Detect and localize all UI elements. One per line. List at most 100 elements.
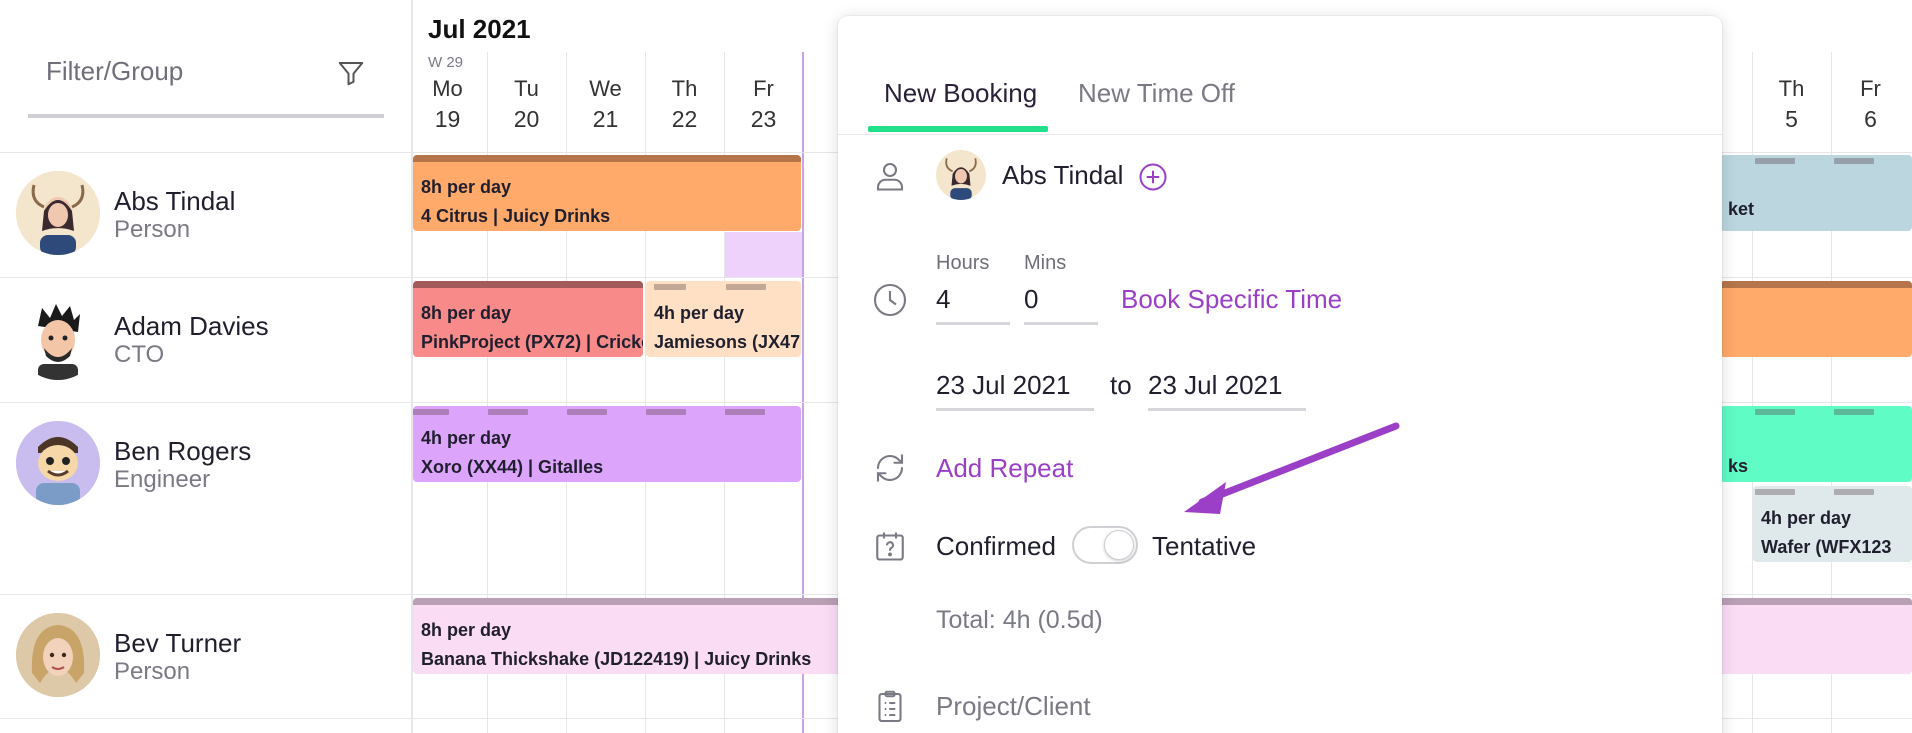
day-name: Fr bbox=[1860, 76, 1881, 101]
confirmed-tentative-toggle[interactable] bbox=[1072, 526, 1138, 564]
filter-icon[interactable] bbox=[336, 58, 366, 88]
avatar-illustration bbox=[16, 171, 100, 255]
day-date: 22 bbox=[671, 106, 698, 132]
person-role: Person bbox=[114, 216, 191, 243]
day-header[interactable]: Mo 19 bbox=[408, 76, 487, 133]
selected-person-avatar bbox=[936, 150, 986, 200]
tentative-dash bbox=[1834, 489, 1874, 495]
person-role: Person bbox=[114, 658, 191, 685]
day-date: 6 bbox=[1864, 106, 1877, 132]
filter-group-label: Filter/Group bbox=[46, 56, 184, 86]
tentative-dash bbox=[488, 409, 528, 415]
avatar[interactable] bbox=[16, 613, 100, 697]
booking-title: Wafer (WFX123 bbox=[1761, 537, 1892, 557]
day-header[interactable]: Th 5 bbox=[1752, 76, 1831, 133]
day-name: Tu bbox=[514, 76, 539, 101]
avatar[interactable] bbox=[16, 171, 100, 255]
mins-input[interactable]: 0 bbox=[1024, 284, 1038, 315]
active-tab-indicator bbox=[868, 126, 1048, 132]
person-name[interactable]: Ben Rogers bbox=[114, 436, 251, 467]
annotation-arrow bbox=[1184, 422, 1400, 514]
row-divider bbox=[0, 594, 412, 595]
day-header[interactable]: Fr 6 bbox=[1831, 76, 1910, 133]
booking-title: Jamiesons (JX47 bbox=[654, 332, 801, 352]
booking-bar[interactable]: 4h per day Wafer (WFX123 bbox=[1753, 486, 1912, 562]
person-role: CTO bbox=[114, 341, 165, 368]
person-name[interactable]: Adam Davies bbox=[114, 311, 269, 342]
add-person-icon[interactable] bbox=[1138, 162, 1168, 192]
booking-title: ket bbox=[1728, 199, 1755, 219]
tentative-dash bbox=[567, 409, 607, 415]
booking-bar[interactable] bbox=[1720, 281, 1912, 357]
selected-cell[interactable] bbox=[725, 232, 802, 277]
day-date: 21 bbox=[592, 106, 619, 132]
day-name: Th bbox=[1778, 76, 1805, 101]
mins-label: Mins bbox=[1024, 252, 1067, 274]
day-date: 20 bbox=[513, 106, 540, 132]
avatar[interactable] bbox=[16, 421, 100, 505]
end-date-input[interactable]: 23 Jul 2021 bbox=[1148, 370, 1282, 401]
hours-underline bbox=[936, 322, 1010, 325]
book-specific-time-link[interactable]: Book Specific Time bbox=[1121, 284, 1342, 315]
booking-hours: 4h per day bbox=[421, 428, 512, 448]
tentative-dash bbox=[413, 409, 449, 415]
booking-hours: 8h per day bbox=[421, 177, 512, 197]
day-header[interactable]: Fr 23 bbox=[724, 76, 803, 133]
hours-label: Hours bbox=[936, 252, 990, 274]
toggle-knob bbox=[1104, 530, 1134, 560]
avatar-illustration bbox=[16, 613, 100, 697]
day-header[interactable]: Th 22 bbox=[645, 76, 724, 133]
booking-bar[interactable]: ks bbox=[1720, 406, 1912, 482]
calendar-question-icon bbox=[876, 532, 904, 561]
day-date: 23 bbox=[750, 106, 777, 132]
row-divider bbox=[0, 718, 412, 719]
tentative-dash bbox=[1755, 489, 1795, 495]
repeat-icon bbox=[876, 454, 904, 482]
filter-group[interactable]: Filter/Group bbox=[28, 0, 384, 118]
tab-new-booking[interactable]: New Booking bbox=[884, 78, 1037, 109]
row-divider bbox=[0, 277, 412, 278]
day-name: Th bbox=[671, 76, 698, 101]
avatar-illustration bbox=[16, 421, 100, 505]
day-header[interactable]: Tu 20 bbox=[487, 76, 566, 133]
project-client-input[interactable]: Project/Client bbox=[936, 691, 1091, 722]
mins-underline bbox=[1024, 322, 1098, 325]
start-date-input[interactable]: 23 Jul 2021 bbox=[936, 370, 1070, 401]
add-repeat-link[interactable]: Add Repeat bbox=[936, 453, 1073, 484]
tentative-dash bbox=[646, 409, 686, 415]
tab-new-time-off[interactable]: New Time Off bbox=[1078, 78, 1235, 109]
row-divider bbox=[0, 152, 412, 153]
hours-input[interactable]: 4 bbox=[936, 284, 950, 315]
booking-title: ks bbox=[1728, 456, 1749, 476]
resource-panel: Filter/Group Abs Tindal Person Adam Davi… bbox=[0, 0, 412, 733]
day-name: We bbox=[589, 76, 622, 101]
row-divider bbox=[0, 402, 412, 403]
tentative-dash bbox=[725, 409, 765, 415]
total-label: Total: 4h (0.5d) bbox=[936, 606, 1103, 634]
person-icon bbox=[876, 162, 904, 191]
booking-modal: New Booking New Time Off Abs Tindal Hour… bbox=[838, 16, 1722, 733]
booking-bar[interactable]: 4h per day Xoro (XX44) | Gitalles bbox=[413, 406, 801, 482]
start-date-underline bbox=[936, 408, 1094, 411]
booking-title: PinkProject (PX72) | Cricket bbox=[421, 332, 643, 352]
date-to-label: to bbox=[1110, 370, 1132, 400]
booking-bar[interactable]: ket bbox=[1720, 155, 1912, 231]
tentative-dash bbox=[1755, 158, 1795, 164]
modal-divider bbox=[838, 134, 1722, 135]
booking-bar[interactable]: 8h per day PinkProject (PX72) | Cricket bbox=[413, 281, 643, 357]
clipboard-icon bbox=[878, 690, 902, 723]
booking-hours: 4h per day bbox=[654, 303, 745, 323]
person-name[interactable]: Abs Tindal bbox=[114, 186, 235, 217]
day-header[interactable]: We 21 bbox=[566, 76, 645, 133]
tentative-dash bbox=[654, 284, 686, 290]
booking-bar[interactable]: 8h per day 4 Citrus | Juicy Drinks bbox=[413, 155, 801, 231]
booking-hours: 8h per day bbox=[421, 303, 512, 323]
person-name[interactable]: Bev Turner bbox=[114, 628, 241, 659]
tentative-dash bbox=[726, 284, 766, 290]
selected-person-name[interactable]: Abs Tindal bbox=[1002, 160, 1123, 191]
avatar[interactable] bbox=[16, 296, 100, 380]
tentative-dash bbox=[1834, 158, 1874, 164]
person-role: Engineer bbox=[114, 466, 211, 493]
booking-bar[interactable]: 4h per day Jamiesons (JX47 bbox=[646, 281, 801, 357]
month-label: Jul 2021 bbox=[428, 14, 531, 44]
